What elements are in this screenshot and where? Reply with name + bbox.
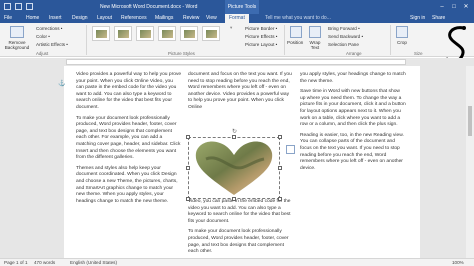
tab-insert[interactable]: Insert <box>49 14 62 23</box>
text-column-3: you apply styles, your headings change t… <box>300 72 406 176</box>
anchor-icon[interactable]: ⚓ <box>58 80 65 87</box>
tab-view[interactable]: View <box>206 14 217 23</box>
styles-more-icon[interactable]: ▾ <box>230 25 232 31</box>
wrap-text-icon[interactable] <box>309 26 321 38</box>
picture-effects-button[interactable]: Picture Effects • <box>245 34 277 39</box>
artistic-effects-button[interactable]: Artistic Effects • <box>36 42 68 47</box>
status-bar: Page 1 of 1 470 words English (United St… <box>0 258 474 266</box>
paragraph: you apply styles, your headings change t… <box>300 72 406 84</box>
wrap-text-button[interactable]: Wrap Text <box>305 40 325 50</box>
minimize-button[interactable]: – <box>436 0 448 14</box>
tab-mailings[interactable]: Mailings <box>155 14 173 23</box>
maximize-button[interactable]: □ <box>448 0 460 14</box>
resize-handle[interactable] <box>232 197 236 201</box>
save-icon[interactable] <box>4 3 11 10</box>
tab-layout[interactable]: Layout <box>97 14 112 23</box>
horizontal-ruler <box>0 58 474 66</box>
divider <box>284 25 285 55</box>
window-title: New Microsoft Word Document.docx - Word <box>100 4 198 10</box>
text-column-2-bottom: Video, you can paste in the embed code f… <box>188 199 292 260</box>
paragraph: Save time in Word with new buttons that … <box>300 89 406 128</box>
selection-frame <box>188 137 280 199</box>
text-column-1: Video provides a powerful way to help yo… <box>76 72 182 209</box>
resize-handle[interactable] <box>278 197 282 201</box>
layout-options-icon[interactable] <box>286 145 295 154</box>
adjust-group-label: Adjust <box>36 51 49 56</box>
position-button[interactable]: Position <box>287 40 303 45</box>
close-button[interactable]: ✕ <box>460 0 472 14</box>
vertical-ruler <box>0 66 8 258</box>
position-icon[interactable] <box>290 26 302 38</box>
title-bar: New Microsoft Word Document.docx - Word … <box>0 0 474 14</box>
language-indicator[interactable]: English (United States) <box>70 260 117 265</box>
page-count[interactable]: Page 1 of 1 <box>4 260 28 265</box>
sign-in-link[interactable]: Sign in <box>410 14 425 23</box>
paragraph: Reading is easier, too, in the new Readi… <box>300 132 404 171</box>
paragraph: document and focus on the text you want.… <box>188 72 292 110</box>
resize-handle[interactable] <box>278 166 282 170</box>
resize-handle[interactable] <box>186 166 190 170</box>
undo-icon[interactable] <box>15 3 22 10</box>
picture-tools-context-tab: Picture Tools <box>225 0 259 14</box>
crop-icon[interactable] <box>396 26 408 38</box>
resize-handle[interactable] <box>186 197 190 201</box>
tell-me-search[interactable]: Tell me what you want to do... <box>265 14 331 23</box>
picture-style-thumb[interactable] <box>202 26 220 41</box>
tab-review[interactable]: Review <box>183 14 199 23</box>
divider <box>86 25 87 55</box>
word-count[interactable]: 470 words <box>34 260 55 265</box>
arrange-group-label: Arrange <box>346 51 362 56</box>
picture-style-thumb[interactable] <box>136 26 154 41</box>
paragraph: To make your document look professionall… <box>188 229 289 255</box>
ribbon-tabs: File Home Insert Design Layout Reference… <box>0 14 474 23</box>
ribbon: Remove Background Corrections • Color • … <box>0 23 474 57</box>
heart-picture[interactable]: ↻ <box>186 129 282 201</box>
zoom-level[interactable]: 100% <box>452 260 464 265</box>
selection-pane-button[interactable]: Selection Pane <box>328 42 359 47</box>
bring-forward-button[interactable]: Bring Forward • <box>328 26 360 31</box>
paragraph: Video provides a powerful way to help yo… <box>76 72 182 110</box>
tab-file[interactable]: File <box>4 14 12 23</box>
picture-border-button[interactable]: Picture Border • <box>245 26 277 31</box>
tab-references[interactable]: References <box>121 14 147 23</box>
picture-style-thumb[interactable] <box>180 26 198 41</box>
paragraph: To make your document look professionall… <box>76 115 181 161</box>
picture-layout-button[interactable]: Picture Layout • <box>245 42 277 47</box>
picture-style-thumb[interactable] <box>92 26 110 41</box>
size-group-label: Size <box>414 51 423 56</box>
picture-style-thumb[interactable] <box>158 26 176 41</box>
remove-background-icon[interactable] <box>10 26 24 38</box>
divider <box>390 25 391 55</box>
tab-home[interactable]: Home <box>26 14 39 23</box>
tab-format[interactable]: Format <box>225 14 249 23</box>
corrections-button[interactable]: Corrections • <box>36 26 62 31</box>
vertical-scrollbar[interactable] <box>466 66 474 258</box>
crop-button[interactable]: Crop <box>397 40 407 45</box>
redo-icon[interactable] <box>26 3 33 10</box>
quick-access-toolbar <box>4 3 33 10</box>
text-column-2-top: document and focus on the text you want.… <box>188 72 292 116</box>
color-button[interactable]: Color • <box>36 34 50 39</box>
picture-styles-group-label: Picture Styles <box>168 51 195 56</box>
paragraph: Video, you can paste in the embed code f… <box>188 199 291 224</box>
resize-handle[interactable] <box>232 135 236 139</box>
paragraph: Themes and styles also help keep your do… <box>76 165 178 204</box>
tab-design[interactable]: Design <box>72 14 88 23</box>
remove-background-button[interactable]: Remove Background <box>2 40 32 50</box>
rotate-handle-icon[interactable]: ↻ <box>232 128 237 135</box>
resize-handle[interactable] <box>186 135 190 139</box>
resize-handle[interactable] <box>278 135 282 139</box>
send-backward-button[interactable]: Send Backward • <box>328 34 363 39</box>
picture-style-thumb[interactable] <box>114 26 132 41</box>
